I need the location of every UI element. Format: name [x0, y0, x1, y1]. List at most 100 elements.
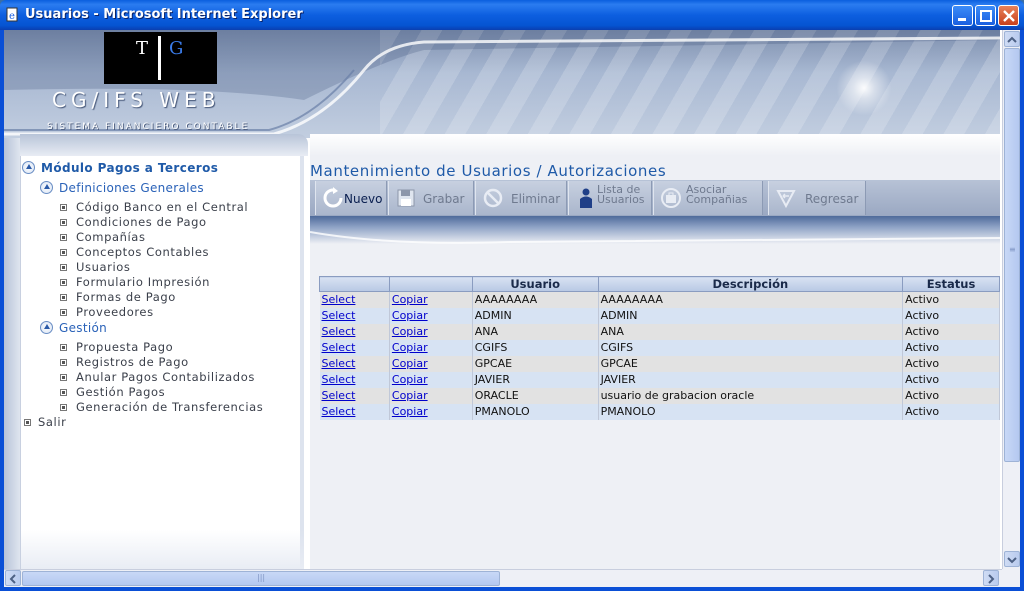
header-banner: T G CG/IFS WEB SISTEMA FINANCIERO CONTAB… — [4, 30, 1000, 138]
select-link[interactable]: Select — [322, 357, 356, 370]
user-list-button[interactable]: Lista de Usuarios — [568, 181, 652, 215]
col-header-estatus[interactable]: Estatus — [902, 276, 1000, 292]
maximize-icon — [980, 10, 992, 22]
page-title: Mantenimiento de Usuarios / Autorizacion… — [310, 162, 667, 180]
close-button[interactable] — [998, 5, 1019, 26]
briefcase-icon — [661, 188, 681, 208]
vertical-scrollbar[interactable]: ≡ — [1002, 30, 1020, 569]
copy-link[interactable]: Copiar — [392, 405, 428, 418]
cell-estatus: Activo — [902, 291, 1000, 308]
menu-item-label: Usuarios — [76, 260, 131, 274]
scroll-down-button[interactable] — [1004, 551, 1020, 567]
menu-group-definiciones[interactable]: Definiciones Generales — [40, 181, 204, 195]
new-button-label: Nuevo — [344, 192, 383, 206]
menu-section-pagos-terceros[interactable]: Módulo Pagos a Terceros — [22, 161, 218, 175]
menu-item-label: Conceptos Contables — [76, 245, 210, 259]
cell-usuario: ADMIN — [472, 307, 599, 324]
cell-usuario: AAAAAAAA — [472, 291, 599, 308]
menu-section-label: Módulo Pagos a Terceros — [41, 161, 219, 175]
copy-link[interactable]: Copiar — [392, 357, 428, 370]
refresh-icon — [323, 187, 343, 208]
content-swoosh-curve — [310, 231, 1000, 244]
menu-item-label: Código Banco en el Central — [76, 200, 249, 214]
menu-item-label: Condiciones de Pago — [76, 215, 207, 229]
scroll-up-button[interactable] — [1004, 31, 1020, 47]
bullet-icon — [60, 279, 67, 286]
menu-group-gestion[interactable]: Gestión — [40, 321, 107, 335]
copy-link[interactable]: Copiar — [392, 389, 428, 402]
maximize-button[interactable] — [975, 5, 996, 26]
select-link[interactable]: Select — [322, 405, 356, 418]
table-row: Select Copiar AAAAAAAA AAAAAAAA Activo — [319, 291, 1000, 308]
minimize-button[interactable] — [952, 5, 973, 26]
horizontal-scrollbar[interactable]: ||| — [4, 569, 1002, 587]
cell-usuario: GPCAE — [472, 355, 599, 372]
scroll-left-button[interactable] — [5, 570, 21, 586]
chevron-down-icon — [1007, 557, 1017, 564]
delete-button-label: Eliminar — [511, 192, 561, 206]
cell-descripcion: JAVIER — [598, 371, 904, 388]
menu-item-label: Anular Pagos Contabilizados — [76, 370, 255, 384]
horizontal-scroll-thumb[interactable]: ||| — [22, 571, 500, 586]
menu-item-proveedores[interactable]: Proveedores — [60, 305, 154, 319]
menu-item-anular-pagos[interactable]: Anular Pagos Contabilizados — [60, 370, 255, 384]
menu-item-formulario-impresion[interactable]: Formulario Impresión — [60, 275, 210, 289]
delete-button[interactable]: Eliminar — [475, 181, 567, 215]
cell-usuario: CGIFS — [472, 339, 599, 356]
menu-item-companias[interactable]: Compañías — [60, 230, 146, 244]
menu-group-label: Definiciones Generales — [59, 181, 204, 195]
vertical-scroll-thumb[interactable]: ≡ — [1004, 48, 1020, 462]
cell-usuario: JAVIER — [472, 371, 599, 388]
table-row: Select Copiar PMANOLO PMANOLO Activo — [319, 403, 1000, 420]
copy-link[interactable]: Copiar — [392, 325, 428, 338]
menu-item-generacion-transferencias[interactable]: Generación de Transferencias — [60, 400, 263, 414]
bullet-icon — [24, 419, 31, 426]
toolbar: Nuevo Grabar Eliminar Lista de Usuarios — [310, 180, 1000, 216]
bullet-icon — [60, 294, 67, 301]
menu-item-label: Registros de Pago — [76, 355, 189, 369]
select-link[interactable]: Select — [322, 325, 356, 338]
select-link[interactable]: Select — [322, 373, 356, 386]
menu-item-label: Propuesta Pago — [76, 340, 174, 354]
copy-link[interactable]: Copiar — [392, 293, 428, 306]
menu-item-registros-pago[interactable]: Registros de Pago — [60, 355, 189, 369]
company-logo: T G — [104, 32, 217, 84]
table-row: Select Copiar CGIFS CGIFS Activo — [319, 339, 1000, 356]
menu-item-conceptos-contables[interactable]: Conceptos Contables — [60, 245, 209, 259]
menu-item-salir[interactable]: Salir — [24, 415, 66, 429]
table-row: Select Copiar JAVIER JAVIER Activo — [319, 371, 1000, 388]
save-button[interactable]: Grabar — [388, 181, 474, 215]
bullet-icon — [60, 219, 67, 226]
select-link[interactable]: Select — [322, 293, 356, 306]
select-link[interactable]: Select — [322, 389, 356, 402]
collapse-up-icon — [40, 321, 53, 334]
select-link[interactable]: Select — [322, 309, 356, 322]
menu-item-condiciones-pago[interactable]: Condiciones de Pago — [60, 215, 207, 229]
col-header-usuario[interactable]: Usuario — [471, 276, 599, 292]
col-header-copy — [388, 276, 473, 292]
copy-link[interactable]: Copiar — [392, 341, 428, 354]
scroll-right-button[interactable] — [983, 570, 999, 586]
col-header-descripcion[interactable]: Descripción — [597, 276, 904, 292]
chevron-left-icon — [9, 574, 16, 584]
copy-link[interactable]: Copiar — [392, 373, 428, 386]
content-cap — [310, 134, 1000, 156]
svg-text:e: e — [9, 11, 15, 22]
close-icon — [1003, 10, 1015, 22]
cell-usuario: ANA — [472, 323, 599, 340]
menu-item-propuesta-pago[interactable]: Propuesta Pago — [60, 340, 173, 354]
new-button[interactable]: Nuevo — [315, 181, 387, 215]
copy-link[interactable]: Copiar — [392, 309, 428, 322]
floppy-disk-icon — [397, 189, 415, 207]
select-link[interactable]: Select — [322, 341, 356, 354]
menu-item-usuarios[interactable]: Usuarios — [60, 260, 131, 274]
menu-item-formas-pago[interactable]: Formas de Pago — [60, 290, 176, 304]
menu-item-codigo-banco[interactable]: Código Banco en el Central — [60, 200, 248, 214]
menu-item-gestion-pagos[interactable]: Gestión Pagos — [60, 385, 165, 399]
associate-companies-button[interactable]: Asociar Compañias — [653, 181, 763, 215]
bullet-icon — [60, 309, 67, 316]
back-button[interactable]: Regresar — [768, 181, 866, 215]
bullet-icon — [60, 234, 67, 241]
brand-subtitle: SISTEMA FINANCIERO CONTABLE — [47, 122, 250, 132]
cell-estatus: Activo — [902, 403, 1000, 420]
